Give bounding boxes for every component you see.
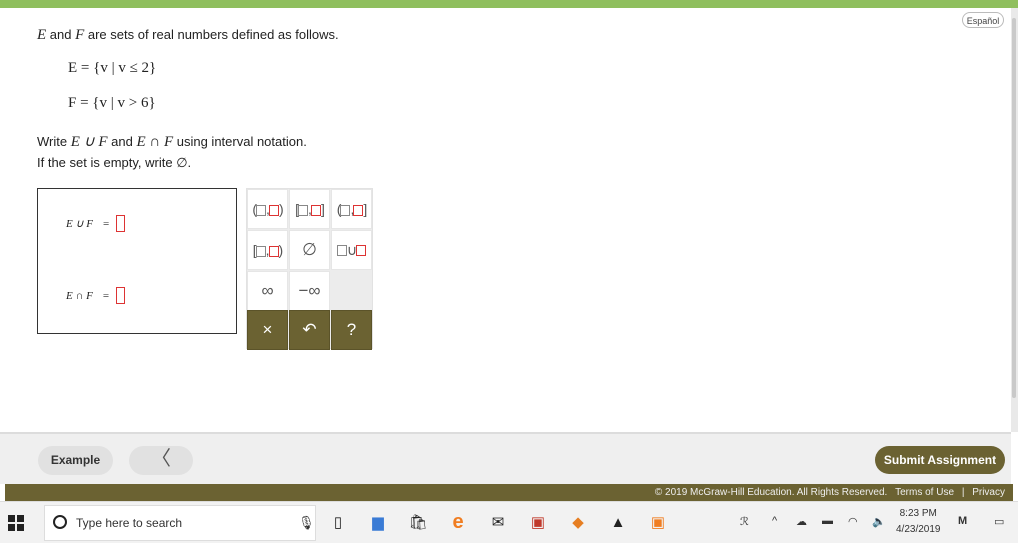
mail-icon[interactable]: ✉ xyxy=(486,510,510,534)
submit-assignment-button[interactable]: Submit Assignment xyxy=(875,446,1005,474)
copyright-footer: © 2019 McGraw-Hill Education. All Rights… xyxy=(5,484,1013,501)
definition-f: F = {v | v > 6} xyxy=(68,95,156,111)
windows-start-icon[interactable] xyxy=(8,515,24,531)
open-closed-interval-key[interactable]: (,] xyxy=(331,189,372,229)
set-e-symbol: E xyxy=(37,27,47,43)
union-key[interactable]: ∪ xyxy=(331,230,372,270)
union-answer-row: E ∪ F = xyxy=(66,215,126,232)
battery-icon[interactable]: ▬ xyxy=(822,515,833,527)
back-button[interactable]: 〈 xyxy=(129,446,193,475)
clock-date: 4/23/2019 xyxy=(896,524,941,535)
file-explorer-icon[interactable]: ▆ xyxy=(366,510,390,534)
cloud-icon[interactable]: ☁ xyxy=(796,515,807,528)
intersection-equals: = xyxy=(102,289,110,302)
photos-icon[interactable]: ▲ xyxy=(606,510,630,534)
wifi-icon[interactable]: ◠ xyxy=(848,515,858,528)
instruction-notation: using interval notation. xyxy=(173,134,307,149)
word-icon[interactable]: ▣ xyxy=(526,510,550,534)
copyright-text: © 2019 McGraw-Hill Education. All Rights… xyxy=(654,487,888,498)
chevron-left-icon: 〈 xyxy=(151,448,171,470)
maps-icon[interactable]: ◆ xyxy=(566,510,590,534)
answer-area: E ∪ F = E ∩ F = xyxy=(37,188,237,334)
open-open-interval-key[interactable]: (,) xyxy=(247,189,288,229)
intersection-answer-input[interactable] xyxy=(116,287,126,304)
privacy-link[interactable]: Privacy xyxy=(972,487,1005,498)
scrollbar[interactable] xyxy=(1011,8,1018,432)
task-view-icon[interactable]: ▯ xyxy=(326,510,350,534)
terms-link[interactable]: Terms of Use xyxy=(895,487,954,498)
search-placeholder: Type here to search xyxy=(76,516,183,530)
instruction-write: Write xyxy=(37,134,71,149)
math-keypad: (,) [,] (,] [,) ∅ ∪ ∞ −∞ × ↶ ? xyxy=(246,188,373,350)
union-answer-input[interactable] xyxy=(116,215,126,232)
language-toggle-button[interactable]: Español xyxy=(962,12,1004,28)
union-equals: = xyxy=(103,217,110,230)
chevron-up-icon[interactable]: ^ xyxy=(772,515,777,527)
clear-key[interactable]: × xyxy=(247,310,288,350)
people-icon[interactable]: ℛ xyxy=(740,515,749,528)
closed-closed-interval-key[interactable]: [,] xyxy=(289,189,330,229)
taskbar-search-input[interactable]: Type here to search 🎙 xyxy=(44,505,316,541)
instruction-line-2: If the set is empty, write ∅. xyxy=(37,155,192,170)
instruction-union: E ∪ F xyxy=(70,134,108,150)
intro-and-text: and xyxy=(46,27,76,42)
question-intro: E and F are sets of real numbers defined… xyxy=(37,27,339,44)
instruction-line-1: Write E ∪ F and E ∩ F using interval not… xyxy=(37,132,307,151)
set-f-symbol: F xyxy=(75,27,85,43)
clock-time: 8:23 PM xyxy=(899,508,937,519)
system-clock[interactable]: 8:23 PM 4/23/2019 xyxy=(896,506,941,538)
mcgraw-app-icon[interactable]: ▣ xyxy=(646,510,670,534)
microphone-icon[interactable]: 🎙 xyxy=(298,515,315,531)
top-accent-bar xyxy=(0,0,1018,8)
negative-infinity-key[interactable]: −∞ xyxy=(289,271,330,311)
definition-e: E = {v | v ≤ 2} xyxy=(68,60,157,76)
instruction-and: and xyxy=(107,134,137,149)
closed-open-interval-key[interactable]: [,) xyxy=(247,230,288,270)
store-icon[interactable]: 🛍 xyxy=(406,510,430,534)
union-symbol: ∪ xyxy=(346,241,357,258)
intro-text: are sets of real numbers defined as foll… xyxy=(84,27,339,42)
browser-icon[interactable]: e xyxy=(446,510,470,534)
infinity-key[interactable]: ∞ xyxy=(247,271,288,311)
empty-set-key[interactable]: ∅ xyxy=(289,230,330,270)
intersection-answer-row: E ∩ F = xyxy=(66,287,126,304)
footer-separator: | xyxy=(961,487,965,498)
undo-key[interactable]: ↶ xyxy=(289,310,330,350)
notifications-icon[interactable]: ▭ xyxy=(994,515,1004,528)
cortana-icon xyxy=(53,515,67,529)
intersection-label: E ∩ F xyxy=(66,289,93,302)
scrollbar-thumb[interactable] xyxy=(1012,18,1016,398)
instruction-intersection: E ∩ F xyxy=(136,134,174,150)
mcgraw-tray-icon[interactable]: M xyxy=(958,515,967,527)
help-key[interactable]: ? xyxy=(331,310,372,350)
volume-icon[interactable]: 🔈 xyxy=(872,515,886,528)
windows-taskbar: Type here to search 🎙 ▯ ▆ 🛍 e ✉ ▣ ◆ ▲ ▣ … xyxy=(0,501,1018,543)
union-label: E ∪ F xyxy=(66,218,93,230)
example-button[interactable]: Example xyxy=(38,446,113,475)
